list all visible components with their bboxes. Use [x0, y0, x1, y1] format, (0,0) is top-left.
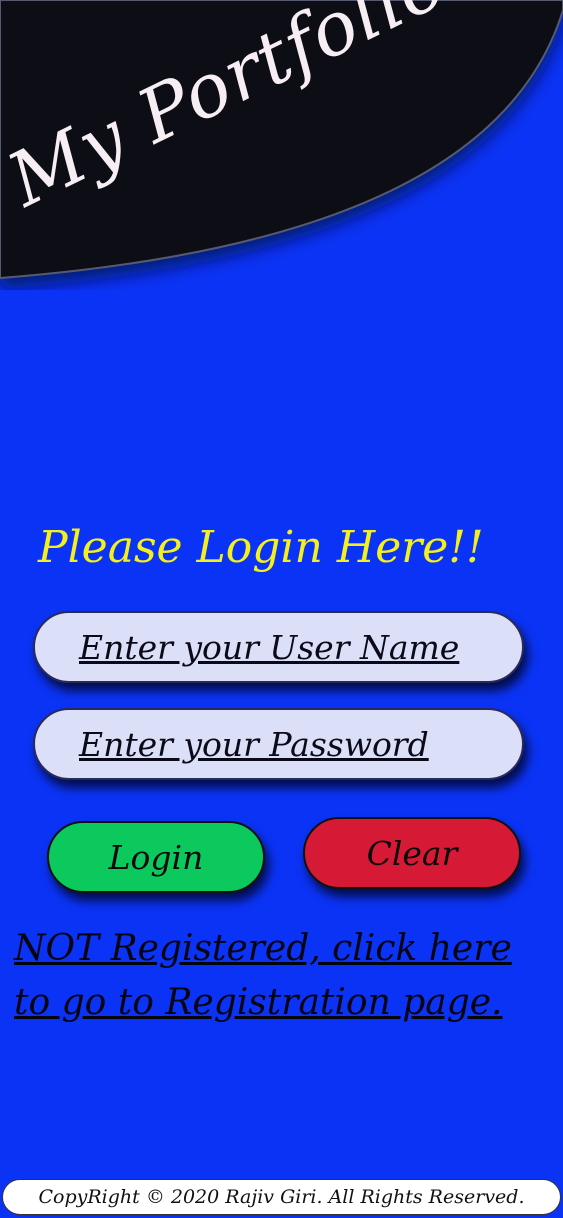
registration-link[interactable]: NOT Registered, click here to go to Regi… — [14, 922, 559, 1030]
clear-button[interactable]: Clear — [303, 817, 521, 889]
header-banner: My Portfolio — [0, 0, 563, 290]
password-input[interactable]: Enter your Password — [33, 708, 524, 780]
login-button[interactable]: Login — [47, 821, 265, 893]
username-input[interactable]: Enter your User Name — [33, 611, 524, 683]
footer-copyright: CopyRight © 2020 Rajiv Giri. All Rights … — [2, 1179, 561, 1215]
username-placeholder: Enter your User Name — [79, 627, 460, 667]
password-placeholder: Enter your Password — [79, 724, 429, 764]
login-heading: Please Login Here!! — [38, 522, 484, 573]
